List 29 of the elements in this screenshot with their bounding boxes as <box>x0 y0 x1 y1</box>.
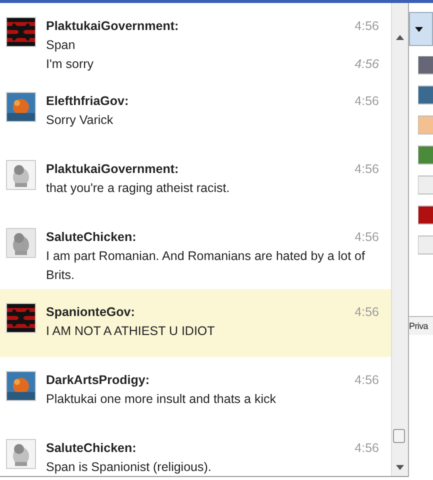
caret-icon <box>415 26 423 32</box>
message-text: Sorry Varick <box>46 112 114 129</box>
user-name: DarkArtsProdigy: <box>46 372 150 389</box>
user-name: SaluteChicken: <box>46 440 136 457</box>
user-name: PlaktukaiGovernment: <box>46 18 179 35</box>
message-text: that you're a raging atheist racist. <box>46 180 230 197</box>
timestamp: 4:56 <box>354 229 379 246</box>
timestamp: 4:56 <box>354 304 379 321</box>
panel-header[interactable] <box>409 12 433 46</box>
scroll-thumb[interactable] <box>393 429 405 443</box>
timestamp: 4:56 <box>354 440 379 457</box>
user-name: SpanionteGov: <box>46 304 135 321</box>
timestamp: 4:56 <box>354 161 379 178</box>
message-text: I'm sorry <box>46 56 94 73</box>
timestamp: 4:56 <box>354 18 379 35</box>
user-name: ElefthfriaGov: <box>46 93 129 110</box>
message-text: I am part Romanian. And Romanians are hated by a lot of Brits. <box>46 248 366 284</box>
timestamp: 4:56 <box>354 56 379 73</box>
message-text: Plaktukai one more insult and thats a kick <box>46 391 276 408</box>
timestamp: 4:56 <box>354 372 379 389</box>
message-text: Span is Spanionist (religious). <box>46 459 212 476</box>
user-name: SaluteChicken: <box>46 229 136 246</box>
scroll-up-icon[interactable] <box>396 35 404 40</box>
user-name: PlaktukaiGovernment: <box>46 161 179 178</box>
scrollbar[interactable] <box>391 3 408 476</box>
message-text: Span <box>46 37 76 54</box>
scroll-down-icon[interactable] <box>396 465 404 470</box>
message-text: I AM NOT A ATHIEST U IDIOT <box>46 323 215 340</box>
timestamp: 4:56 <box>354 93 379 110</box>
